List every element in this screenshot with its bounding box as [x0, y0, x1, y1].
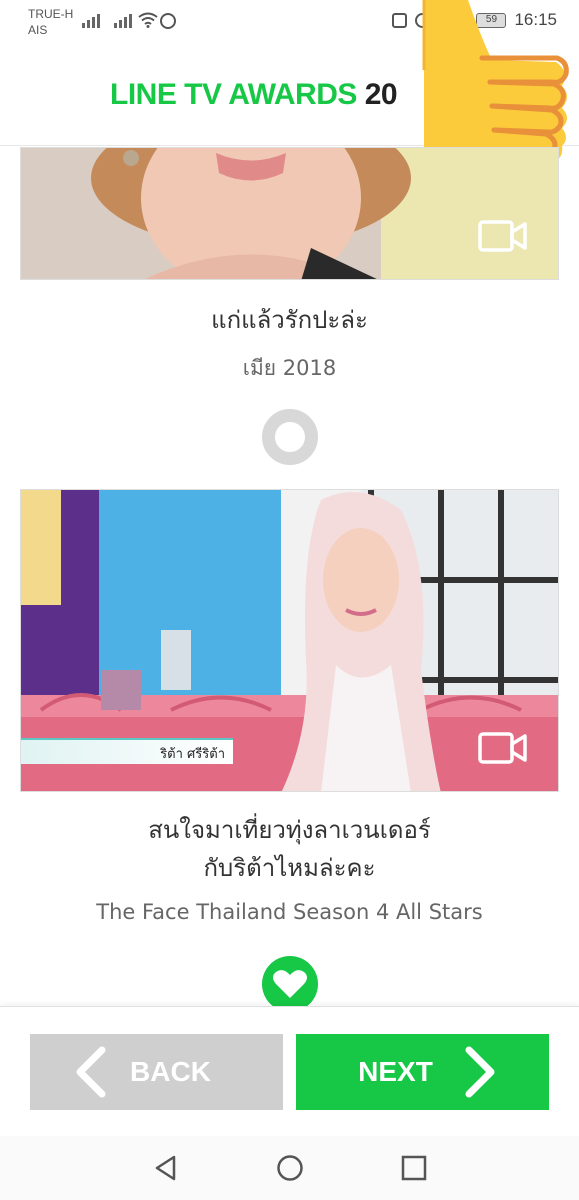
video-thumbnail-2[interactable]: ริต้า ศรีริต้า	[20, 489, 559, 792]
home-circle-icon[interactable]	[276, 1154, 304, 1182]
carrier-line-1: TRUE-H	[28, 7, 74, 21]
next-label: NEXT	[358, 1056, 433, 1087]
chevron-right-icon	[465, 1046, 495, 1098]
back-triangle-icon[interactable]	[152, 1154, 180, 1182]
signal-icon-2	[114, 12, 132, 28]
video-thumbnail-1[interactable]	[20, 147, 559, 280]
bottom-navigation: BACK NEXT	[0, 1006, 579, 1136]
name-caption: ริต้า ศรีริต้า	[160, 747, 225, 762]
wifi-icon	[138, 12, 158, 28]
card-2-title-line-1: สนใจมาเที่ยวทุ่งลาเวนเดอร์	[148, 816, 431, 844]
carrier-line-2: AIS	[28, 23, 48, 37]
vote-heart-button[interactable]	[262, 956, 318, 1012]
logo-year: 20	[364, 78, 398, 111]
logo-text: LINE TV AWARDS	[110, 78, 365, 111]
back-label: BACK	[130, 1056, 211, 1087]
video-camera-icon	[478, 732, 527, 764]
recents-square-icon[interactable]	[400, 1154, 428, 1182]
carrier-label: TRUE-H AIS	[28, 6, 73, 38]
hotspot-icon	[160, 13, 176, 29]
system-navigation-bar	[0, 1136, 579, 1200]
next-button[interactable]: NEXT	[296, 1034, 549, 1110]
signal-icon	[82, 12, 100, 28]
card-2-title-line-2: กับริต้าไหมล่ะคะ	[203, 854, 376, 882]
portrait-image-1	[21, 148, 558, 279]
thumbs-up-icon	[422, 0, 569, 162]
heart-icon	[273, 970, 307, 998]
chevron-left-icon	[76, 1046, 106, 1098]
card-1-title: แก่แล้วรักปะล่ะ	[211, 306, 368, 334]
name-caption-bar: ริต้า ศรีริต้า	[21, 738, 233, 764]
card-1-subtitle: เมีย 2018	[242, 356, 337, 380]
card-2-subtitle: The Face Thailand Season 4 All Stars	[96, 900, 483, 924]
nfc-icon	[392, 12, 408, 28]
back-button[interactable]: BACK	[30, 1034, 283, 1110]
line-tv-awards-logo: LINE TV AWARDS 20	[110, 78, 398, 112]
video-camera-icon	[478, 220, 527, 252]
vote-ring-icon[interactable]	[262, 409, 318, 465]
